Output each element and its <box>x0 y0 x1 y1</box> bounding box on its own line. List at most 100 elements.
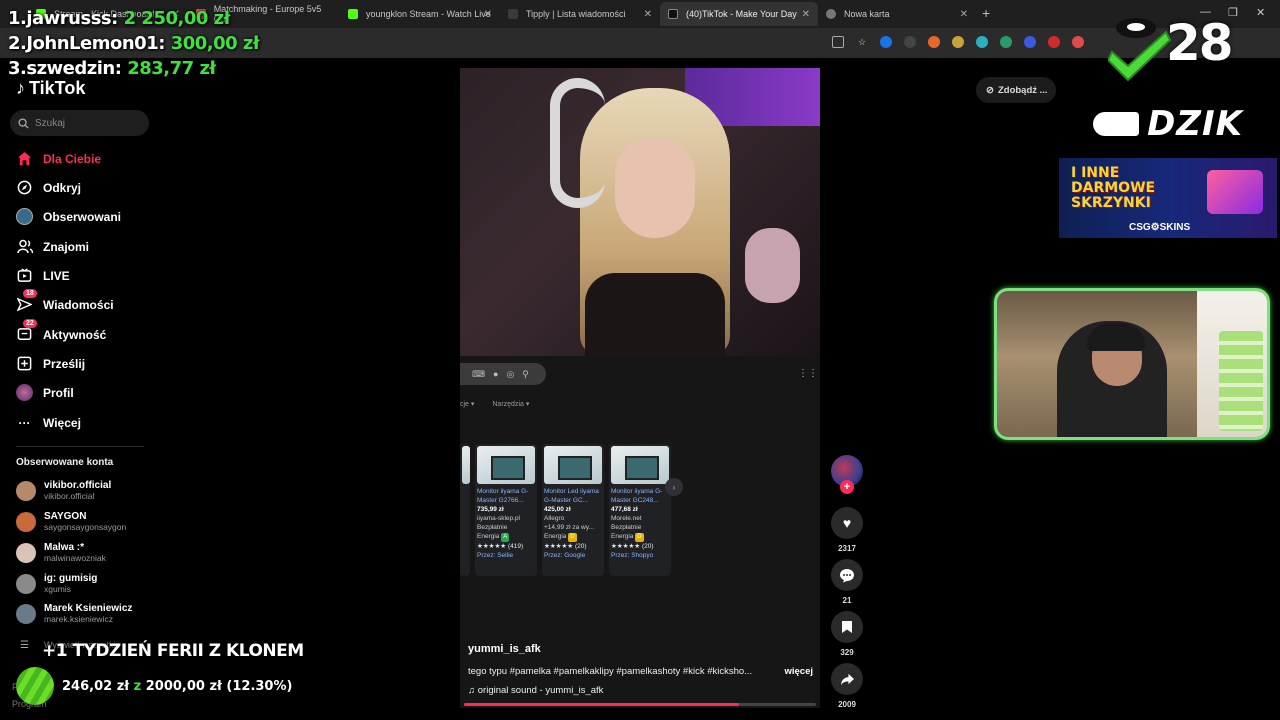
followed-account[interactable]: vikibor.official vikibor.official <box>16 480 111 501</box>
energy-drink-cans <box>1219 331 1263 431</box>
product-image <box>462 446 510 484</box>
followed-account[interactable]: SAYGON saygonsaygonsaygon <box>16 511 126 532</box>
followed-account[interactable]: Malwa :* malwinawozniak <box>16 542 106 563</box>
product-image <box>544 446 602 484</box>
account-handle: malwinawozniak <box>44 553 106 563</box>
like-action[interactable]: ♥ 2317 <box>830 507 864 553</box>
nav-profile[interactable]: Profil <box>16 384 74 401</box>
streamer-webcam-frame <box>460 68 820 356</box>
nav-messages[interactable]: 18 Wiadomości <box>16 289 114 313</box>
save-count: 329 <box>840 648 854 657</box>
product-price: 477,68 zł <box>611 506 638 513</box>
profile-avatar-icon <box>16 384 33 401</box>
extension-icon[interactable] <box>1048 36 1060 48</box>
video-player[interactable]: ⌨ ● ◎ ⚲ ⋮⋮ cje ▾ Narzędzia ▾ Monitor iiy… <box>460 68 820 708</box>
goal-orb-icon <box>16 667 54 705</box>
lens-icon: ◎ <box>506 368 515 379</box>
google-search-bar[interactable]: ⌨ ● ◎ ⚲ <box>460 363 546 385</box>
product-shop: Morele.net <box>611 515 642 522</box>
goal-current: 246,02 zł <box>62 678 130 694</box>
account-handle: saygonsaygonsaygon <box>44 522 127 532</box>
followed-account[interactable]: ig: gumisig xgumis <box>16 573 97 594</box>
extension-icon[interactable] <box>880 36 892 48</box>
video-progress-bar[interactable] <box>464 703 816 706</box>
video-description: tego typu #pamelka #pamelkaklipy #pamelk… <box>468 666 813 677</box>
extension-icon[interactable] <box>1072 36 1084 48</box>
upload-icon <box>16 355 33 372</box>
close-window-button[interactable]: ✕ <box>1256 6 1265 19</box>
close-tab-icon[interactable]: ✕ <box>484 9 492 20</box>
leaderboard-first: 1.jawrusss: 2 250,00 zł <box>8 8 230 29</box>
product-seller: Przez: Shopyo <box>611 552 654 559</box>
tab-title: (40)TikTok - Make Your Day <box>686 9 797 19</box>
followed-accounts-title: Obserwowane konta <box>16 457 114 468</box>
comment-icon[interactable] <box>831 559 863 591</box>
tab-title: Tipply | Lista wiadomości <box>526 9 626 19</box>
search-input[interactable] <box>35 117 135 129</box>
like-count: 2317 <box>838 544 856 553</box>
nav-upload[interactable]: Prześlij <box>16 355 85 372</box>
extension-icon[interactable] <box>904 36 916 48</box>
tab-youngklon-stream[interactable]: youngklon Stream - Watch Live ✕ <box>340 2 500 26</box>
product-rating: ★★★★★ (20) <box>544 543 587 550</box>
following-icon <box>16 208 33 225</box>
followed-account[interactable]: Marek Ksieniewicz marek.ksieniewicz <box>16 603 132 624</box>
search-box[interactable] <box>10 110 149 136</box>
nav-label: Profil <box>43 385 74 400</box>
bookmark-icon[interactable] <box>831 611 863 643</box>
streamer-facecam <box>994 288 1270 440</box>
dzik-brand: DZIK <box>1147 104 1243 144</box>
video-author[interactable]: yummi_is_afk <box>468 643 541 655</box>
kick-icon <box>348 9 358 19</box>
streamer-face <box>615 138 695 238</box>
install-app-icon[interactable] <box>832 36 844 48</box>
extension-icon[interactable] <box>928 36 940 48</box>
product-card-partial <box>460 444 510 576</box>
product-card: Monitor iiyama G-Master GC248... 477,68 … <box>609 444 671 576</box>
nav-for-you[interactable]: Dla Ciebie <box>16 150 101 167</box>
close-tab-icon[interactable]: ✕ <box>802 9 810 20</box>
close-tab-icon[interactable]: ✕ <box>960 9 968 20</box>
nav-explore[interactable]: Odkryj <box>16 179 81 196</box>
product-price: 425,00 zł <box>544 506 571 513</box>
close-tab-icon[interactable]: ✕ <box>644 9 652 20</box>
donor-amount: 300,00 zł <box>170 33 260 54</box>
apps-grid-icon: ⋮⋮ <box>798 368 818 379</box>
more-button[interactable]: więcej <box>780 666 813 677</box>
avatar <box>16 573 36 594</box>
video-sound[interactable]: ♫ original sound - yummi_is_afk <box>468 685 603 696</box>
tab-tipply[interactable]: Tipply | Lista wiadomości ✕ <box>500 2 660 26</box>
tiktok-logo[interactable]: ♪ TikTok <box>16 78 85 99</box>
comment-action[interactable]: 21 <box>830 559 864 605</box>
tab-tiktok[interactable]: (40)TikTok - Make Your Day ✕ <box>660 2 818 26</box>
nav-more[interactable]: ··· Więcej <box>16 414 81 431</box>
divider <box>16 446 144 447</box>
nav-live[interactable]: LIVE <box>16 267 70 284</box>
share-arrow-icon[interactable] <box>831 663 863 695</box>
nav-friends[interactable]: Znajomi <box>16 238 89 255</box>
nav-activity[interactable]: 22 Aktywność <box>16 319 106 343</box>
product-carousel: Monitor iiyama G-Master G2766... 735,99 … <box>460 444 671 576</box>
csg-line: I INNE <box>1071 165 1120 181</box>
save-action[interactable]: 329 <box>830 611 864 657</box>
sound-title: original sound - yummi_is_afk <box>477 685 604 696</box>
bookmark-star-icon[interactable]: ☆ <box>856 36 868 48</box>
nav-label: Dla Ciebie <box>43 151 102 166</box>
follow-plus-icon[interactable]: + <box>840 480 854 494</box>
share-action[interactable]: 2009 <box>830 663 864 709</box>
avatar <box>16 480 36 501</box>
get-coins-button[interactable]: ⊘ Zdobądź ... <box>976 77 1056 103</box>
new-tab-button[interactable]: + <box>982 5 990 21</box>
product-seller: Przez: Sellie <box>477 552 514 559</box>
extension-icon[interactable] <box>1024 36 1036 48</box>
csg-line: DARMOWE <box>1071 180 1156 196</box>
globe-icon <box>826 9 836 19</box>
nav-following[interactable]: Obserwowani <box>16 208 121 225</box>
extension-icon[interactable] <box>976 36 988 48</box>
extension-icon[interactable] <box>952 36 964 48</box>
music-note-icon: ♫ <box>468 685 476 696</box>
heart-icon[interactable]: ♥ <box>831 507 863 539</box>
tab-new[interactable]: Nowa karta ✕ <box>818 2 976 26</box>
extension-icon[interactable] <box>1000 36 1012 48</box>
product-card: Monitor Led iiyama G-Master GC... 425,00… <box>542 444 604 576</box>
